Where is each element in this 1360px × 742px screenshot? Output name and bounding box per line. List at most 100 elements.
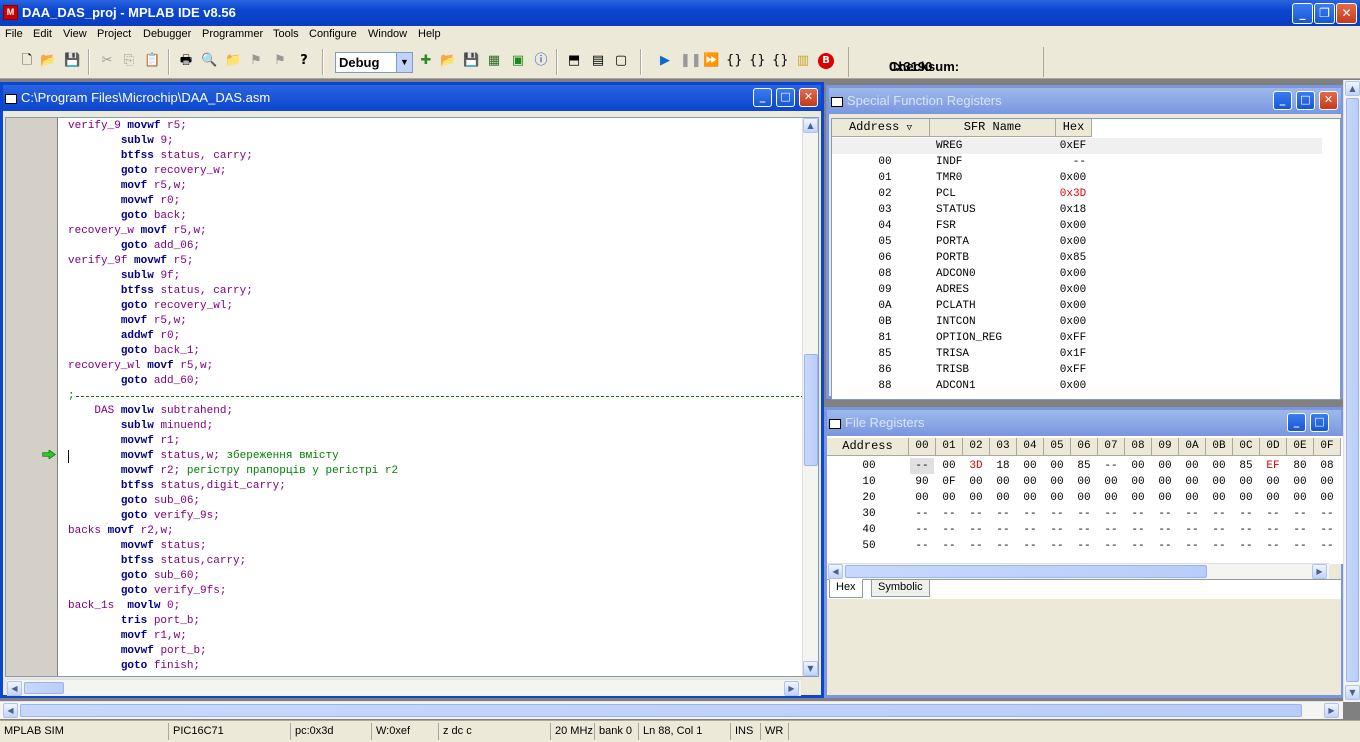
- code-line[interactable]: verify_9 movwf r5;: [68, 119, 808, 134]
- bookmark-prev-icon[interactable]: ⚑: [248, 53, 264, 69]
- filereg-header-column[interactable]: 07: [1098, 438, 1125, 456]
- filereg-cell[interactable]: 00: [1045, 490, 1069, 506]
- filereg-cell[interactable]: --: [964, 506, 988, 522]
- code-line[interactable]: goto finish;: [68, 659, 808, 674]
- filereg-cell[interactable]: 00: [1288, 474, 1312, 490]
- filereg-cell[interactable]: --: [937, 522, 961, 538]
- code-line[interactable]: ;: [68, 389, 814, 404]
- filereg-cell[interactable]: 00: [1045, 474, 1069, 490]
- menu-view[interactable]: View: [63, 28, 87, 40]
- code-line[interactable]: verify_9f movwf r5;: [68, 254, 808, 269]
- chevron-down-icon[interactable]: ▼: [396, 53, 412, 72]
- code-line[interactable]: addwf r0;: [68, 329, 808, 344]
- filereg-cell[interactable]: 00: [1018, 458, 1042, 474]
- step-out-icon[interactable]: {}: [772, 53, 789, 69]
- filereg-cell[interactable]: --: [910, 506, 934, 522]
- filereg-cell[interactable]: --: [1180, 506, 1204, 522]
- restore-icon[interactable]: ❐: [1314, 3, 1335, 24]
- filereg-cell[interactable]: --: [937, 506, 961, 522]
- filereg-cell[interactable]: EF: [1261, 458, 1285, 474]
- editor-gutter[interactable]: [6, 118, 58, 676]
- menu-file[interactable]: File: [5, 28, 23, 40]
- filereg-cell[interactable]: 00: [1207, 490, 1231, 506]
- filereg-cell[interactable]: 00: [1045, 458, 1069, 474]
- code-line[interactable]: backs movf r2,w;: [68, 524, 808, 539]
- code-line[interactable]: movwf r1;: [68, 434, 808, 449]
- filereg-cell[interactable]: 00: [1315, 490, 1339, 506]
- sfr-minimize-icon[interactable]: _: [1273, 91, 1292, 110]
- mdi-horizontal-scrollbar[interactable]: ◀ ▶: [0, 701, 1343, 719]
- sfr-header-name[interactable]: SFR Name: [930, 119, 1056, 137]
- sfr-row[interactable]: 0B INTCON 0x00: [832, 314, 1322, 330]
- sfr-row[interactable]: WREG 0xEF: [832, 138, 1322, 154]
- sfr-row[interactable]: 88 ADCON1 0x00: [832, 378, 1322, 394]
- sfr-close-icon[interactable]: ✕: [1319, 91, 1338, 110]
- code-line[interactable]: btfss status, carry;: [68, 149, 808, 164]
- close-icon[interactable]: ✕: [1336, 3, 1357, 24]
- filereg-cell[interactable]: --: [1018, 522, 1042, 538]
- scroll-left-icon[interactable]: ◀: [7, 681, 22, 696]
- app-title-bar[interactable]: M DAA_DAS_proj - MPLAB IDE v8.56 _ ❐ ✕: [0, 0, 1360, 26]
- filereg-row[interactable]: 20 00 00 00 00 00 00 00 00 00 00 00 00 00 00 00 00: [827, 490, 1345, 506]
- filereg-cell[interactable]: --: [1261, 538, 1285, 554]
- bookmark-next-icon[interactable]: ⚑: [272, 53, 288, 69]
- filereg-cell[interactable]: --: [1153, 522, 1177, 538]
- tab-symbolic[interactable]: Symbolic: [871, 580, 930, 597]
- filereg-cell[interactable]: --: [910, 538, 934, 554]
- code-line[interactable]: movf r5,w;: [68, 179, 808, 194]
- code-line[interactable]: back_1s movlw 0;: [68, 599, 808, 614]
- mdi-hscroll-thumb[interactable]: [20, 704, 1302, 717]
- filereg-cell[interactable]: 08: [1315, 458, 1339, 474]
- copy-icon[interactable]: ⎘: [121, 53, 137, 69]
- filereg-cell[interactable]: --: [991, 522, 1015, 538]
- filereg-cell[interactable]: --: [910, 458, 934, 474]
- filereg-cell[interactable]: 00: [1180, 474, 1204, 490]
- filereg-cell[interactable]: --: [1261, 506, 1285, 522]
- code-line[interactable]: DAS movlw subtrahend;: [68, 404, 808, 419]
- filereg-header-column[interactable]: 00: [909, 438, 936, 456]
- filereg-cell[interactable]: 00: [937, 458, 961, 474]
- menu-debugger[interactable]: Debugger: [143, 28, 191, 40]
- filereg-cell[interactable]: --: [1153, 538, 1177, 554]
- reset-icon[interactable]: ▥: [795, 53, 811, 69]
- filereg-cell[interactable]: --: [910, 522, 934, 538]
- run-icon[interactable]: ▶: [657, 53, 673, 69]
- code-line[interactable]: goto recovery_wl;: [68, 299, 808, 314]
- code-line[interactable]: sublw 9;: [68, 134, 808, 149]
- filereg-header-column[interactable]: 01: [936, 438, 963, 456]
- filereg-cell[interactable]: --: [964, 522, 988, 538]
- filereg-cell[interactable]: --: [1315, 538, 1339, 554]
- code-line[interactable]: btfss status,carry;: [68, 554, 808, 569]
- mplab-icon[interactable]: M: [3, 5, 18, 20]
- editor-vscroll-thumb[interactable]: [804, 354, 818, 466]
- filereg-cell[interactable]: --: [1234, 506, 1258, 522]
- filereg-header-address[interactable]: Address: [827, 438, 909, 456]
- filereg-cell[interactable]: 00: [1234, 490, 1258, 506]
- build-icon[interactable]: ▦: [486, 53, 502, 69]
- filereg-cell[interactable]: 3D: [964, 458, 988, 474]
- code-line[interactable]: movf r5,w;: [68, 314, 808, 329]
- mdi-vertical-scrollbar[interactable]: ▲ ▼: [1343, 80, 1360, 702]
- filereg-cell[interactable]: 00: [964, 474, 988, 490]
- help-icon[interactable]: ?: [296, 53, 312, 69]
- filereg-cell[interactable]: --: [1207, 538, 1231, 554]
- sfr-row[interactable]: 02 PCL 0x3D: [832, 186, 1322, 202]
- filereg-cell[interactable]: 00: [1207, 458, 1231, 474]
- filereg-cell[interactable]: --: [1315, 522, 1339, 538]
- filereg-cell[interactable]: 00: [1261, 490, 1285, 506]
- menu-project[interactable]: Project: [97, 28, 131, 40]
- code-line[interactable]: goto add_60;: [68, 374, 808, 389]
- filereg-cell[interactable]: 18: [991, 458, 1015, 474]
- code-editor[interactable]: verify_9 movwf r5; sublw 9; btfss status…: [5, 117, 819, 677]
- filereg-cell[interactable]: 00: [1288, 490, 1312, 506]
- filereg-cell[interactable]: --: [1099, 458, 1123, 474]
- filereg-row[interactable]: 00 -- 00 3D 18 00 00 85 -- 00 00 00 00 85 EF 80 08: [827, 458, 1345, 474]
- code-line[interactable]: movf r1,w;: [68, 629, 808, 644]
- filereg-header-column[interactable]: 0D: [1260, 438, 1287, 456]
- code-line[interactable]: movwf status,w; збереження вмісту: [68, 449, 808, 464]
- filereg-cell[interactable]: 00: [1126, 490, 1150, 506]
- open-project-icon[interactable]: 📂: [440, 53, 456, 69]
- memory-icon[interactable]: ▤: [590, 53, 606, 69]
- filereg-cell[interactable]: 00: [1126, 474, 1150, 490]
- filereg-cell[interactable]: 00: [1018, 474, 1042, 490]
